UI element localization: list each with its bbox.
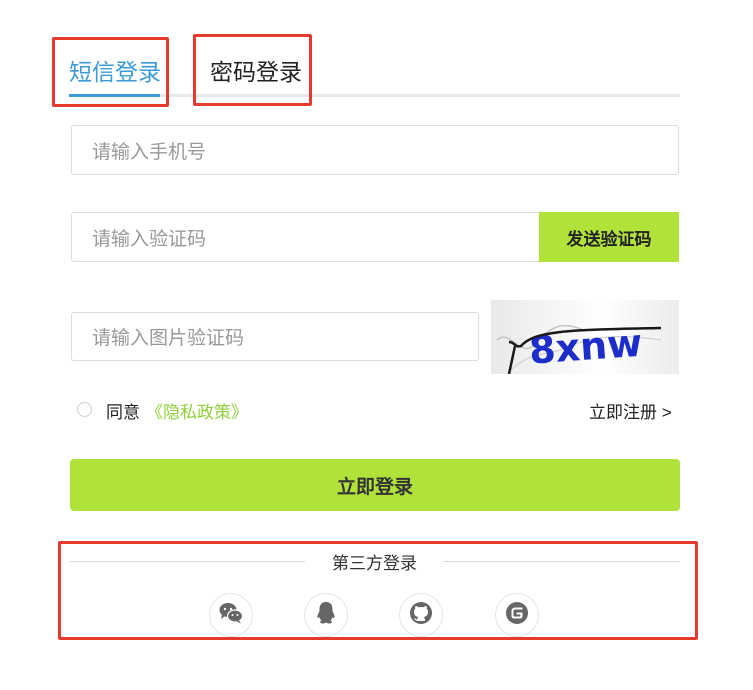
send-code-button[interactable]: 发送验证码 (539, 212, 679, 262)
sms-code-input[interactable]: 请输入验证码 (71, 212, 541, 262)
agree-radio[interactable] (77, 402, 92, 417)
wechat-login-button[interactable] (209, 593, 253, 637)
wechat-icon (219, 602, 244, 629)
privacy-policy-link[interactable]: 《隐私政策》 (146, 398, 248, 423)
image-code-placeholder: 请输入图片验证码 (92, 328, 245, 349)
captcha-image[interactable]: 8xnw (491, 300, 679, 374)
third-party-divider-left (70, 561, 305, 562)
phone-input-placeholder: 请输入手机号 (92, 141, 207, 163)
image-code-input[interactable]: 请输入图片验证码 (71, 312, 479, 361)
github-login-button[interactable] (399, 593, 443, 637)
login-button[interactable]: 立即登录 (70, 459, 680, 511)
qq-icon (316, 601, 336, 630)
sms-code-placeholder: 请输入验证码 (92, 228, 207, 250)
phone-input[interactable]: 请输入手机号 (71, 125, 679, 175)
agree-label: 同意 (106, 403, 140, 422)
github-icon (409, 601, 433, 630)
annotation-box-sms-tab (52, 37, 169, 107)
gitee-login-button[interactable] (495, 593, 539, 637)
gitee-icon (505, 601, 529, 630)
qq-login-button[interactable] (304, 593, 348, 637)
annotation-box-password-tab (193, 34, 312, 106)
register-link[interactable]: 立即注册 > (589, 398, 672, 423)
third-party-divider-right (444, 561, 680, 562)
third-party-title: 第三方登录 (332, 554, 417, 573)
